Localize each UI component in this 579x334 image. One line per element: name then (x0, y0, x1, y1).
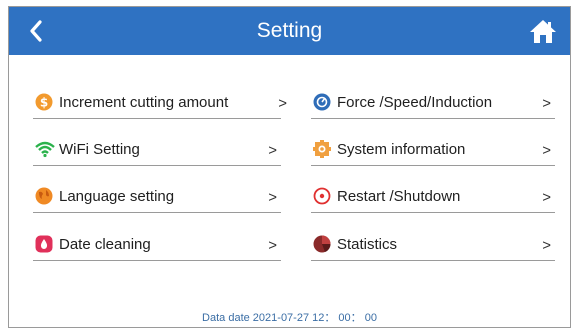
coin-icon: $ (35, 93, 53, 111)
menu-item-increment-cutting-amount[interactable]: $ Increment cutting amount > (33, 89, 287, 119)
page-title: Setting (256, 19, 323, 42)
header-bar: Setting (9, 7, 570, 55)
gauge-icon (313, 93, 331, 111)
menu-item-label: System information (337, 141, 466, 158)
chevron-right-icon: > (278, 95, 287, 112)
menu-item-label: WiFi Setting (59, 141, 140, 158)
menu-item-system-information[interactable]: System information > (311, 136, 555, 166)
home-button[interactable] (528, 16, 558, 46)
chevron-right-icon: > (268, 189, 277, 206)
power-icon (313, 187, 331, 205)
globe-icon (35, 187, 53, 205)
menu-item-label: Restart /Shutdown (337, 188, 461, 205)
settings-screen: Setting $ Increment cutting amount > WiF… (8, 6, 571, 328)
data-date-status: Data date 2021-07-27 12： 00： 00 (202, 312, 377, 324)
svg-text:$: $ (40, 96, 48, 110)
menu-item-label: Language setting (59, 188, 175, 205)
menu-item-force-speed-induction[interactable]: Force /Speed/Induction > (311, 89, 555, 119)
chevron-right-icon: > (268, 142, 277, 159)
chevron-right-icon: > (542, 142, 551, 159)
chevron-right-icon: > (542, 189, 551, 206)
menu-item-wifi-setting[interactable]: WiFi Setting > (33, 136, 281, 166)
menu-item-language-setting[interactable]: Language setting > (33, 183, 281, 213)
menu-item-label: Increment cutting amount (59, 94, 229, 111)
menu-item-statistics[interactable]: Statistics > (311, 231, 555, 261)
gear-icon (313, 140, 331, 158)
menu-item-label: Statistics (337, 236, 398, 253)
menu-item-date-cleaning[interactable]: Date cleaning > (33, 231, 281, 261)
wifi-icon (35, 140, 55, 158)
home-icon (530, 20, 556, 43)
menu-item-label: Force /Speed/Induction (337, 94, 493, 111)
menu-item-restart-shutdown[interactable]: Restart /Shutdown > (311, 183, 555, 213)
drop-icon (35, 235, 53, 253)
menu-item-label: Date cleaning (59, 236, 151, 253)
chevron-right-icon: > (268, 237, 277, 254)
chevron-right-icon: > (542, 95, 551, 112)
pie-chart-icon (313, 235, 331, 253)
chevron-right-icon: > (542, 237, 551, 254)
